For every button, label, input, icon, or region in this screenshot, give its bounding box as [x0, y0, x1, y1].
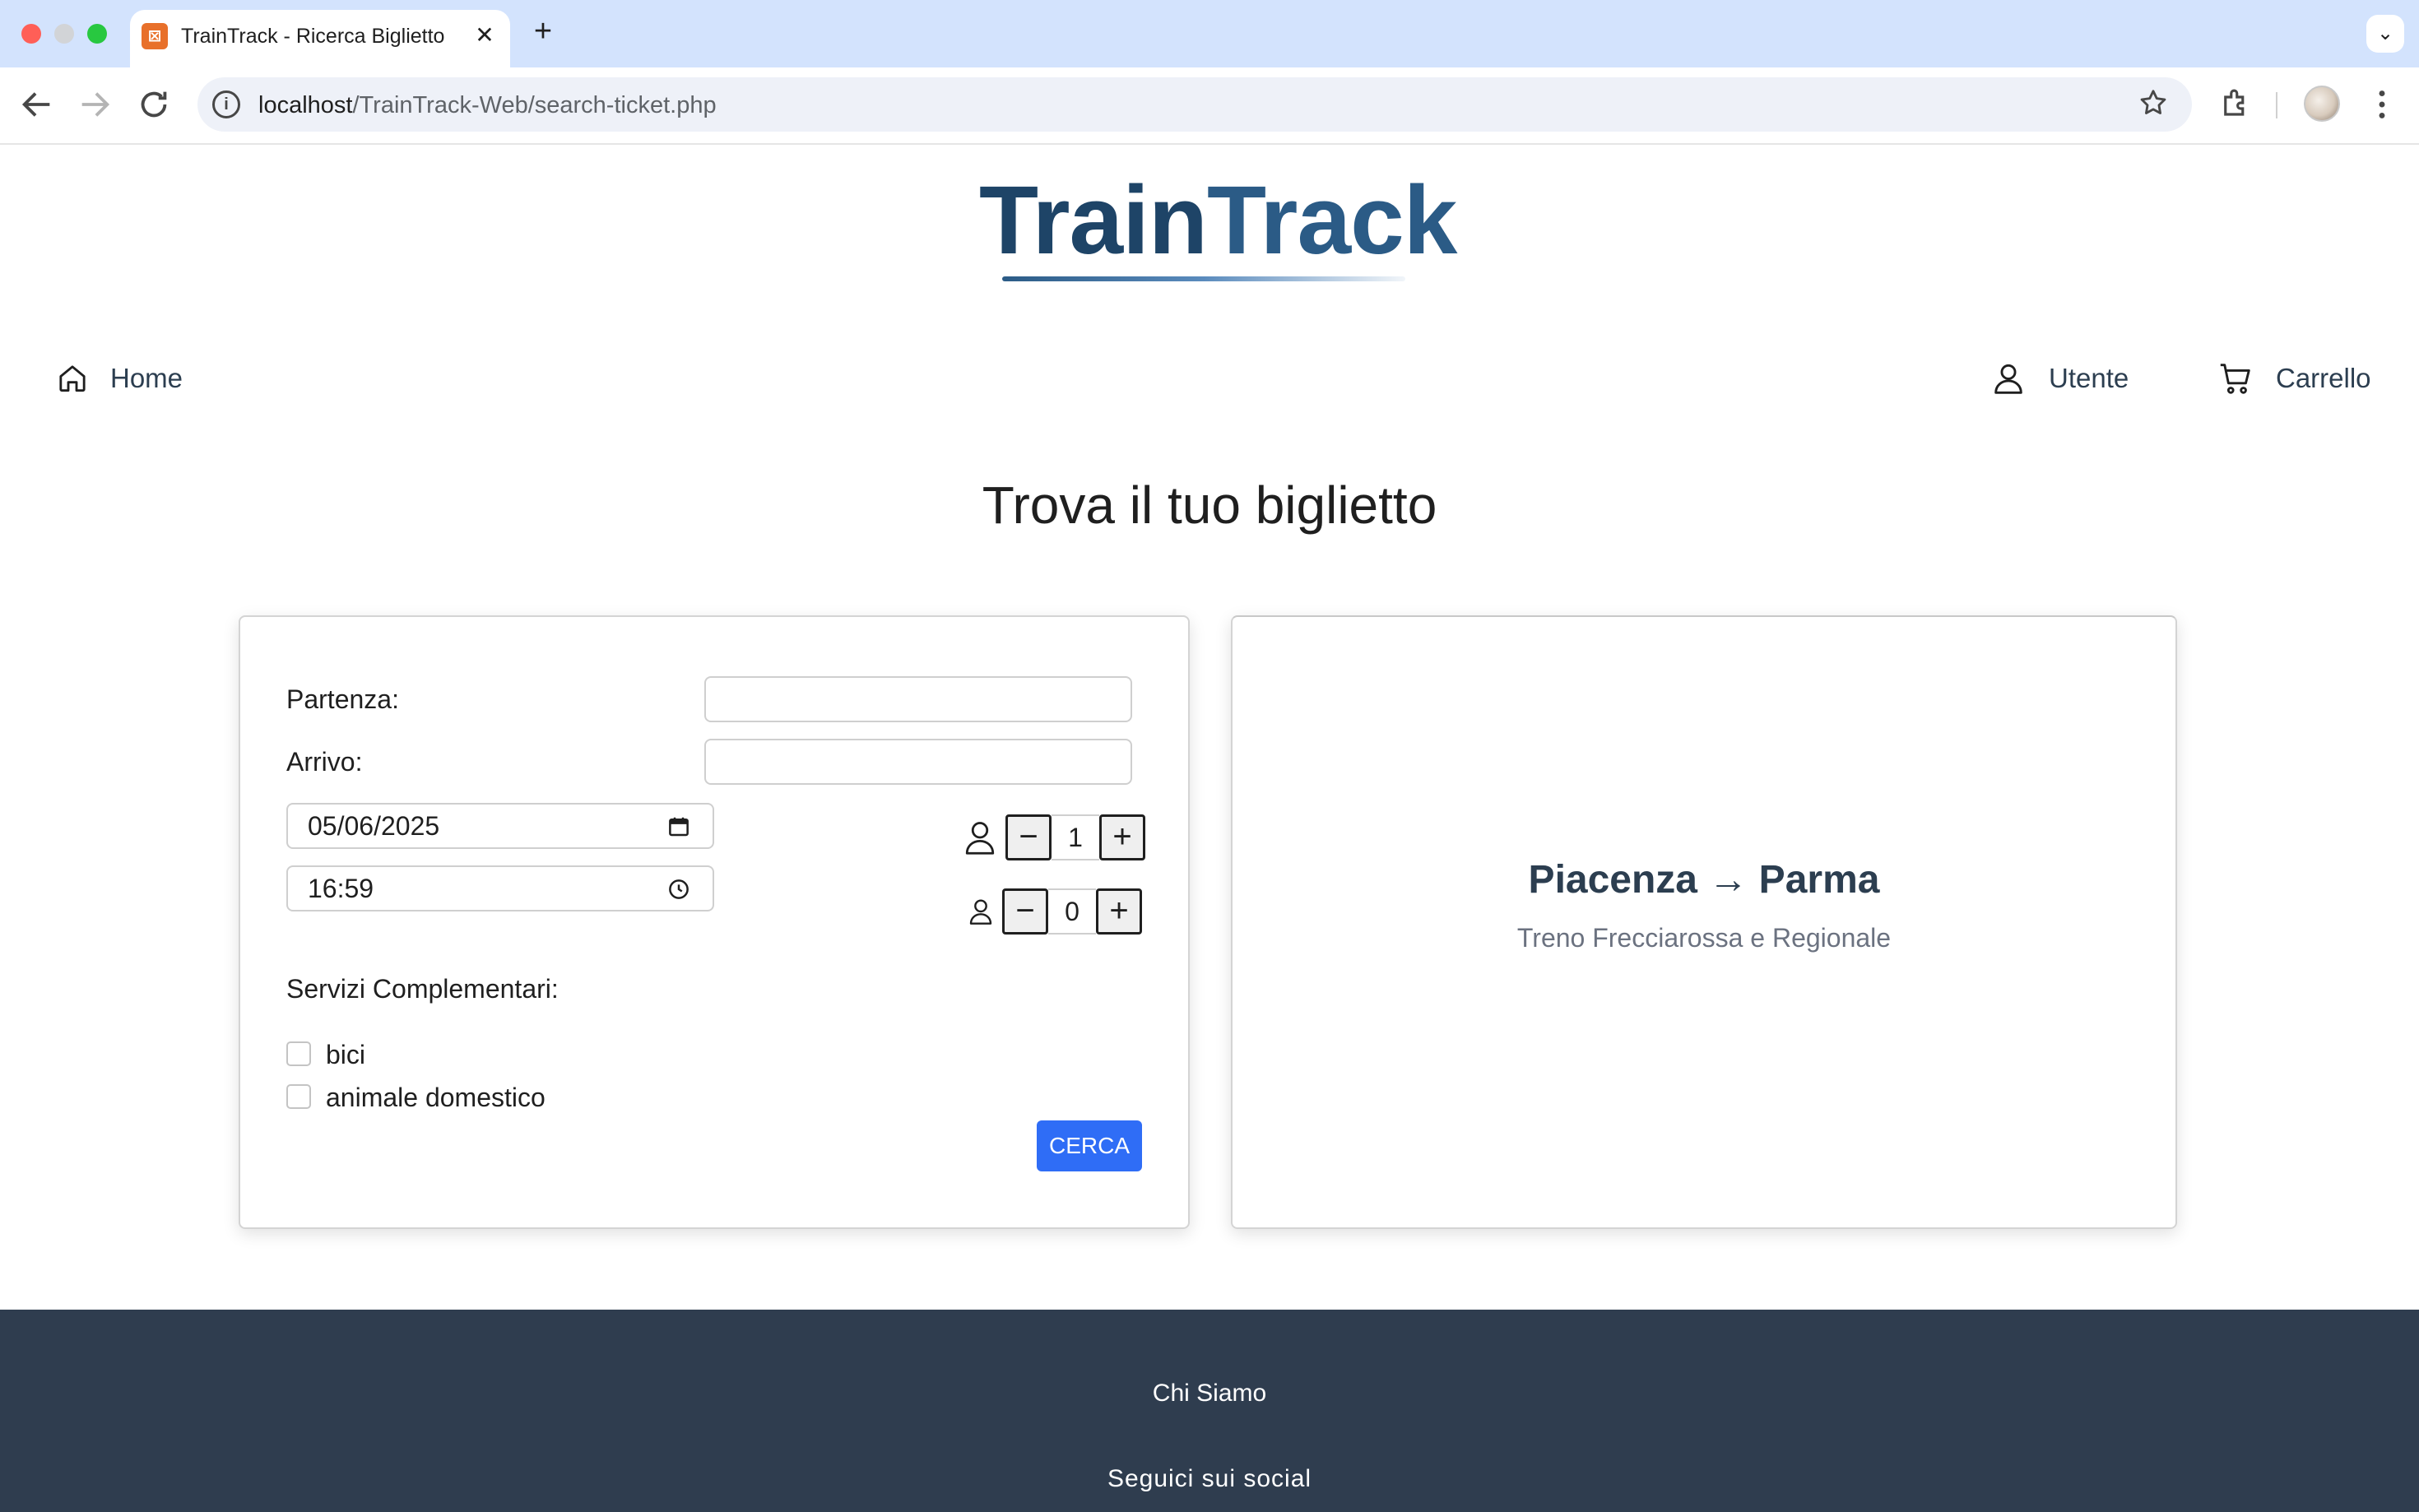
route-title: Piacenza → Parma — [1528, 858, 1880, 902]
arrival-label: Arrivo: — [286, 747, 363, 777]
route-subtitle: Treno Frecciarossa e Regionale — [1516, 923, 1892, 953]
nav-user-link[interactable]: Utente — [1990, 357, 2129, 400]
calendar-icon[interactable] — [666, 814, 691, 839]
url-text[interactable]: localhost/TrainTrack-Web/search-ticket.p… — [258, 91, 717, 119]
nav-cart-label: Carrello — [2276, 363, 2371, 393]
info-icon[interactable]: i — [212, 90, 240, 118]
page-title: Trova il tuo biglietto — [982, 475, 1437, 535]
time-input[interactable]: 16:59 — [286, 865, 714, 911]
logo-text-track: Track — [1206, 166, 1457, 275]
footer-social-heading: Seguici sui social — [1107, 1465, 1312, 1492]
logo-underline — [1002, 276, 1405, 281]
route-info-card: Piacenza → Parma Treno Frecciarossa e Re… — [1231, 615, 2177, 1229]
site-favicon-icon: ⊠ — [142, 23, 168, 49]
browser-menu-icon[interactable] — [2363, 86, 2401, 123]
extensions-icon[interactable] — [2217, 86, 2254, 123]
child-minus-button[interactable]: − — [1002, 888, 1048, 935]
traintrack-logo[interactable]: TrainTrack — [979, 163, 1457, 278]
toolbar-separator — [2276, 92, 2277, 118]
adult-passenger-stepper: − 1 + — [963, 814, 1145, 860]
back-icon[interactable] — [18, 86, 56, 123]
pet-checkbox[interactable] — [286, 1084, 311, 1109]
tab-search-button[interactable]: ⌄ — [2366, 15, 2404, 53]
nav-home-label: Home — [110, 363, 183, 393]
child-count[interactable]: 0 — [1048, 888, 1096, 935]
adult-minus-button[interactable]: − — [1005, 814, 1052, 860]
bike-checkbox[interactable] — [286, 1041, 311, 1066]
new-tab-button[interactable]: + — [527, 15, 559, 48]
minimize-window-button[interactable] — [54, 24, 74, 44]
services-label: Servizi Complementari: — [286, 974, 559, 1004]
logo-text-train: Train — [979, 166, 1208, 275]
child-plus-button[interactable]: + — [1096, 888, 1142, 935]
adult-plus-button[interactable]: + — [1099, 814, 1145, 860]
url-host: localhost — [258, 92, 353, 118]
browser-tab-active[interactable]: ⊠ TrainTrack - Ricerca Biglietto ✕ — [130, 10, 510, 67]
bookmark-star-icon[interactable] — [2138, 87, 2169, 126]
browser-toolbar: i localhost/TrainTrack-Web/search-ticket… — [0, 67, 2419, 145]
nav-home-link[interactable]: Home — [56, 357, 183, 400]
address-bar[interactable]: i localhost/TrainTrack-Web/search-ticket… — [197, 77, 2192, 132]
page-footer: Chi Siamo Seguici sui social — [0, 1310, 2419, 1512]
forward-icon[interactable] — [76, 86, 114, 123]
date-value: 05/06/2025 — [308, 811, 440, 841]
search-button[interactable]: CERCA — [1037, 1120, 1142, 1171]
arrival-input[interactable] — [704, 739, 1132, 785]
time-value: 16:59 — [308, 874, 374, 903]
departure-label: Partenza: — [286, 684, 399, 714]
tab-close-icon[interactable]: ✕ — [471, 21, 499, 49]
child-passenger-stepper: − 0 + — [968, 888, 1142, 935]
clock-icon[interactable] — [666, 877, 691, 902]
footer-about-link[interactable]: Chi Siamo — [0, 1377, 2419, 1410]
maximize-window-button[interactable] — [87, 24, 107, 44]
search-form-card: Partenza: Arrivo: 05/06/2025 16:59 − 1 +… — [239, 615, 1190, 1229]
nav-user-label: Utente — [2049, 363, 2129, 393]
adult-person-icon — [965, 822, 995, 855]
close-window-button[interactable] — [21, 24, 41, 44]
date-input[interactable]: 05/06/2025 — [286, 803, 714, 849]
pet-checkbox-label[interactable]: animale domestico — [326, 1081, 546, 1114]
adult-count[interactable]: 1 — [1052, 814, 1099, 860]
nav-cart-link[interactable]: Carrello — [2217, 357, 2371, 400]
browser-tab-strip: ⊠ TrainTrack - Ricerca Biglietto ✕ + ⌄ — [0, 0, 2419, 67]
url-path: /TrainTrack-Web/search-ticket.php — [352, 92, 717, 118]
profile-avatar[interactable] — [2304, 86, 2340, 122]
tab-title: TrainTrack - Ricerca Biglietto — [181, 25, 445, 48]
cart-icon — [2220, 364, 2250, 394]
departure-input[interactable] — [704, 676, 1132, 722]
home-icon — [59, 365, 86, 392]
child-person-icon — [969, 899, 992, 925]
reload-icon[interactable] — [135, 86, 173, 123]
user-icon — [1994, 364, 2022, 394]
bike-checkbox-label[interactable]: bici — [326, 1038, 365, 1071]
